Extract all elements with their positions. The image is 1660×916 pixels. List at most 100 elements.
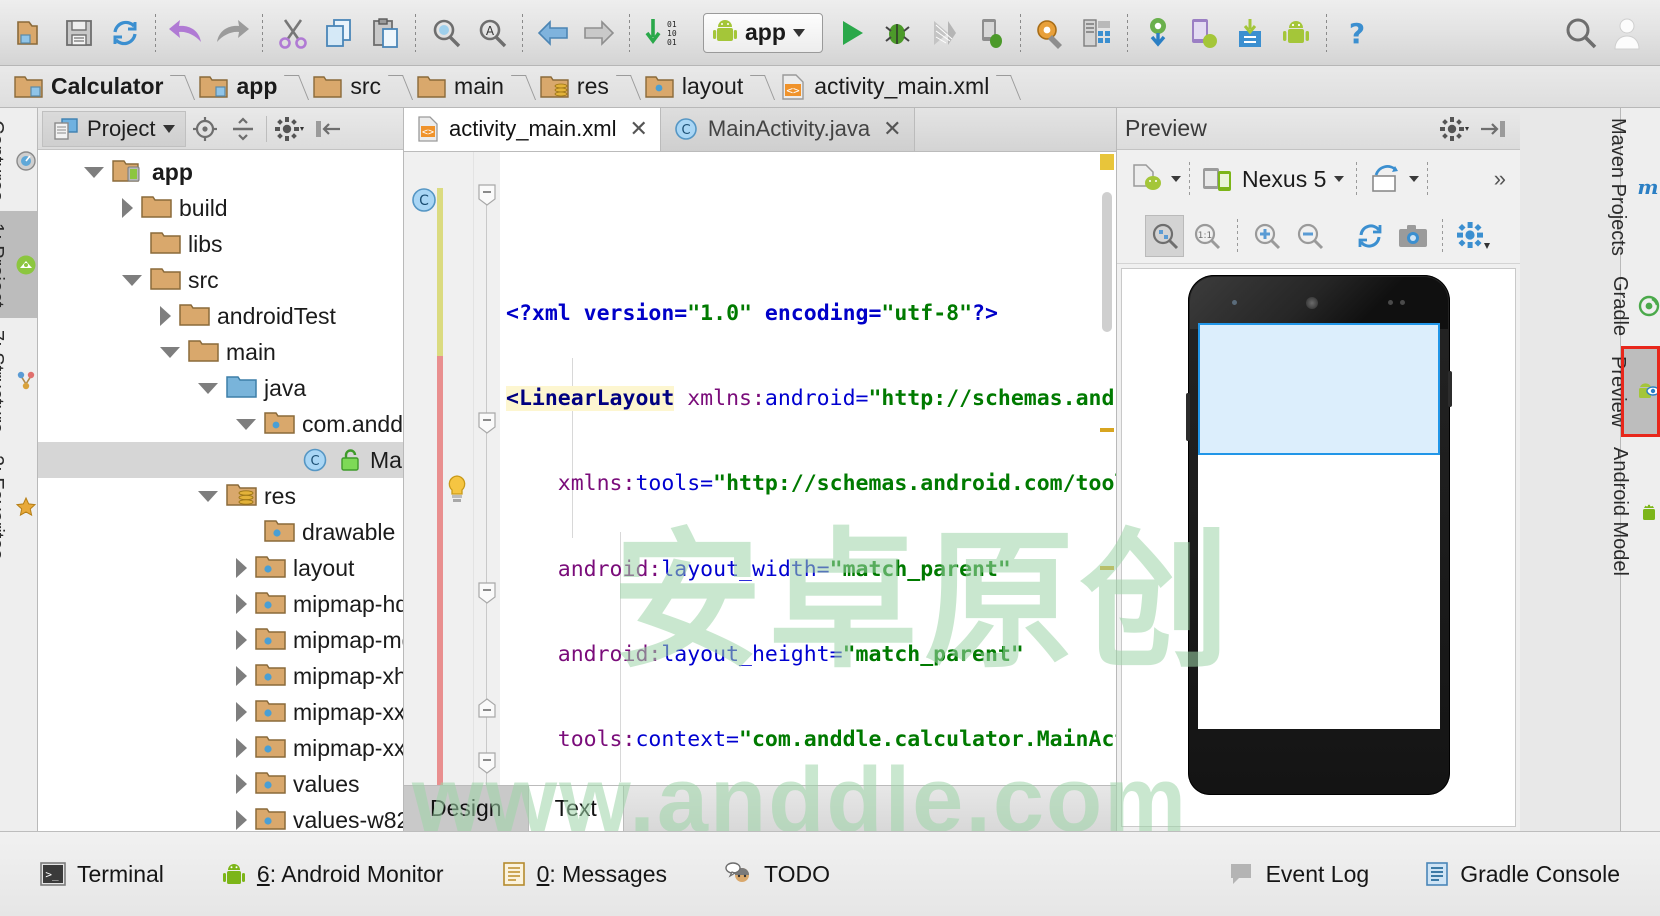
chevron-down-icon[interactable] [198,490,218,502]
tree-item-libs[interactable]: libs [38,226,403,262]
project-view-selector[interactable]: Project [42,110,187,147]
tree-item-java[interactable]: java [38,370,403,406]
sdk-manager-wrench-icon[interactable] [1028,7,1074,59]
zoom-actual-size-icon[interactable]: 1:1 [1188,215,1227,257]
hide-panel-icon[interactable] [1474,111,1512,147]
breadcrumb-item-src[interactable]: src [313,66,417,108]
chevron-down-icon[interactable] [198,382,218,394]
help-icon[interactable]: ? [1334,7,1380,59]
tree-item-main[interactable]: main [38,334,403,370]
attach-debugger-icon[interactable] [967,7,1013,59]
redo-icon[interactable] [209,7,255,59]
chevron-down-icon[interactable] [1334,176,1345,182]
sidebar-item-captures[interactable]: Captures [0,108,37,211]
sdk-download-icon[interactable] [1227,7,1273,59]
chevron-right-icon[interactable] [236,774,247,794]
tree-item-mipmap-xxxhdpi[interactable]: mipmap-xxxhdpi [38,730,403,766]
chevron-down-icon[interactable] [84,166,104,178]
overflow-chevrons-icon[interactable]: » [1494,166,1510,192]
editor-tab-main-activity-java[interactable]: C MainActivity.java ✕ [660,108,915,151]
fold-collapse-icon[interactable] [478,582,496,604]
avd-manager-icon[interactable] [1074,7,1120,59]
paste-icon[interactable] [362,7,408,59]
android-icon[interactable] [1273,7,1319,59]
class-marker-icon[interactable]: C [410,186,438,214]
stripe-warning-marker[interactable] [1100,154,1114,170]
run-icon[interactable] [829,7,875,59]
chevron-down-icon[interactable] [792,28,805,37]
locate-icon[interactable] [186,111,224,147]
back-icon[interactable] [530,7,576,59]
breadcrumb-item-activity-main-xml[interactable]: <> activity_main.xml [779,66,1025,108]
stripe-warning-marker[interactable] [1100,566,1114,570]
cut-icon[interactable] [270,7,316,59]
tree-item-mipmap-mdpi[interactable]: mipmap-mdpi [38,622,403,658]
zoom-fit-icon[interactable] [1145,214,1185,257]
status-messages[interactable]: 0: Messages [502,861,667,888]
sidebar-item-project[interactable]: 1: Project [0,211,37,318]
breadcrumb-item-app[interactable]: app [199,66,313,108]
sidebar-item-structure[interactable]: 7: Structure [0,318,37,443]
sync-gradle-icon[interactable] [1135,7,1181,59]
stripe-warning-marker[interactable] [1100,428,1114,432]
tree-item-drawable[interactable]: drawable [38,514,403,550]
screenshot-icon[interactable] [1393,215,1432,257]
preview-render-canvas[interactable] [1121,268,1516,827]
tree-item-mipmap-xxhdpi[interactable]: mipmap-xxhdpi [38,694,403,730]
status-gradle-console[interactable]: Gradle Console [1425,861,1620,888]
coverage-icon[interactable] [921,7,967,59]
tree-item-res[interactable]: res [38,478,403,514]
chevron-down-icon[interactable] [163,124,176,133]
replace-icon[interactable]: A [469,7,515,59]
tree-item-build[interactable]: build [38,190,403,226]
tab-design[interactable]: Design [404,786,529,831]
collapse-all-icon[interactable] [224,111,262,147]
selected-view-outline[interactable] [1197,323,1440,455]
hide-panel-icon[interactable] [309,111,347,147]
project-tree[interactable]: app build libs src androidTest main java com.an… [38,150,403,831]
fold-collapse-icon[interactable] [478,752,496,774]
sidebar-item-maven-projects[interactable]: m Maven Projects [1607,108,1660,266]
zoom-out-icon[interactable] [1291,215,1330,257]
tree-item-app[interactable]: app [38,154,403,190]
chevron-right-icon[interactable] [236,810,247,830]
editor-gutter[interactable]: C [404,152,474,785]
tree-item-mipmap-xhdpi[interactable]: mipmap-xhdpi [38,658,403,694]
tree-item-mainactivity[interactable]: C MainActivity [38,442,403,478]
chevron-down-icon[interactable] [1171,176,1181,182]
editor-tab-activity-main-xml[interactable]: <> activity_main.xml ✕ [404,108,661,151]
status-todo[interactable]: TODO [725,861,830,888]
sidebar-item-preview[interactable]: Preview [1607,345,1660,438]
breadcrumb-item-calculator[interactable]: Calculator [14,66,199,108]
tree-item-mipmap-hdpi[interactable]: mipmap-hdpi [38,586,403,622]
chevron-right-icon[interactable] [236,558,247,578]
search-everywhere-icon[interactable] [1558,7,1604,59]
breadcrumb-item-res[interactable]: res [540,66,645,108]
run-configuration-selector[interactable]: app [703,12,823,53]
chevron-right-icon[interactable] [236,738,247,758]
code-text-area[interactable]: <?xml version="1.0" encoding="utf-8"?> <… [500,152,1116,785]
debug-icon[interactable] [875,7,921,59]
zoom-in-icon[interactable] [1248,215,1287,257]
chevron-right-icon[interactable] [236,630,247,650]
chevron-right-icon[interactable] [236,594,247,614]
device-monitor-icon[interactable] [1181,7,1227,59]
breadcrumb-item-main[interactable]: main [417,66,540,108]
sidebar-item-gradle[interactable]: Gradle [1609,266,1660,346]
tab-text[interactable]: Text [528,786,624,831]
intention-bulb-icon[interactable] [444,475,470,505]
sidebar-item-favorites[interactable]: 2: Favorites [0,443,37,569]
chevron-right-icon[interactable] [236,702,247,722]
settings-gear-icon[interactable] [271,111,309,147]
fold-end-icon[interactable] [478,698,496,718]
chevron-down-icon[interactable] [236,418,256,430]
editor-fold-column[interactable] [474,152,500,785]
close-icon[interactable]: ✕ [883,116,901,142]
orientation-icon[interactable] [1365,158,1407,200]
tree-item-values[interactable]: values [38,766,403,802]
fold-collapse-icon[interactable] [478,184,496,206]
breadcrumb-item-layout[interactable]: layout [645,66,779,108]
find-icon[interactable] [423,7,469,59]
chevron-down-icon[interactable] [122,274,142,286]
device-screen[interactable] [1197,323,1440,729]
